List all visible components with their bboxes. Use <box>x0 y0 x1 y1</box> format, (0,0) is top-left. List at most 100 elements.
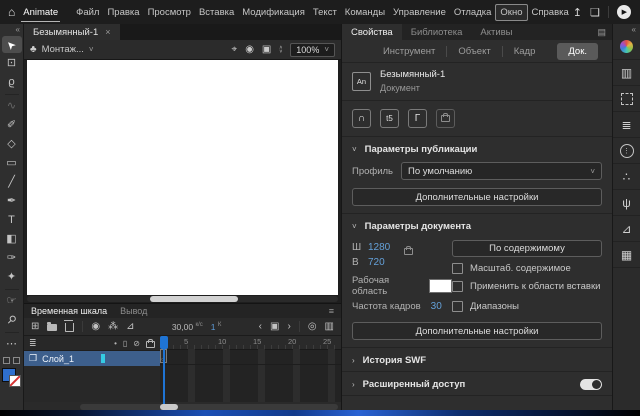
info-panel-icon[interactable]: ⋮ <box>613 138 640 164</box>
center-stage-icon[interactable]: ⌖ <box>232 44 238 55</box>
subtab-doc[interactable]: Док. <box>557 43 598 60</box>
apply-to-paste-checkbox[interactable] <box>452 281 463 292</box>
collapse-toolbar-icon[interactable]: « <box>16 25 20 35</box>
menu-file[interactable]: Файл <box>72 5 103 20</box>
eraser-tool[interactable]: ◇ <box>2 136 22 153</box>
insert-frame-icon[interactable]: ▣ <box>270 321 279 332</box>
snap-to-guides-button[interactable]: Г <box>408 109 427 128</box>
advanced-access-toggle[interactable] <box>580 379 602 390</box>
advanced-layers-icon[interactable]: ⁂ <box>108 321 118 332</box>
scrollbar-thumb[interactable] <box>150 296 238 302</box>
frame-rate-value[interactable]: 30,00 к/с <box>172 322 203 332</box>
stage-canvas[interactable] <box>27 60 338 295</box>
swap-colors-icon[interactable] <box>13 357 20 364</box>
frame-picker-panel-icon[interactable]: ▦ <box>613 242 640 268</box>
menu-control[interactable]: Управление <box>389 5 450 20</box>
swatches-panel-icon[interactable]: ▥ <box>613 60 640 86</box>
chevron-right-icon[interactable]: › <box>352 380 355 389</box>
framerate-value[interactable]: 30 <box>431 301 442 312</box>
stage-color-swatch[interactable] <box>429 279 452 293</box>
menu-text[interactable]: Текст <box>309 5 341 20</box>
chevron-right-icon[interactable]: › <box>352 356 355 365</box>
panel-menu-icon[interactable]: ≡ <box>329 306 334 316</box>
link-dimensions-icon[interactable] <box>404 247 413 258</box>
fit-to-content-button[interactable]: По содержимому <box>452 240 602 257</box>
zoom-stepper[interactable]: ˄ ˅ <box>279 46 282 54</box>
onion-skin-icon[interactable]: ◎ <box>308 321 317 332</box>
line-tool[interactable]: ╱ <box>2 174 22 191</box>
menu-view[interactable]: Просмотр <box>144 5 195 20</box>
stroke-color-swatch[interactable] <box>9 375 21 387</box>
text-tool[interactable]: T <box>2 212 22 229</box>
ranges-checkbox[interactable] <box>452 301 463 312</box>
menu-debug[interactable]: Отладка <box>450 5 496 20</box>
more-tools-button[interactable]: ⋯ <box>2 336 22 353</box>
menu-window[interactable]: Окно <box>495 4 527 21</box>
transform-panel-icon[interactable] <box>613 86 640 112</box>
menu-modify[interactable]: Модификация <box>238 5 309 20</box>
menu-insert[interactable]: Вставка <box>195 5 238 20</box>
home-icon[interactable]: ⌂ <box>8 5 15 19</box>
previous-frame-icon[interactable]: ‹ <box>259 321 262 332</box>
brush-library-panel-icon[interactable]: ∴ <box>613 164 640 190</box>
next-frame-icon[interactable]: › <box>287 321 290 332</box>
lock-guides-button[interactable] <box>436 109 455 128</box>
profile-select[interactable]: По умолчанию ˅ <box>401 162 602 180</box>
layer-frames-row[interactable]: ○ <box>160 349 341 365</box>
motion-editor-panel-icon[interactable]: ⊿ <box>613 216 640 242</box>
share-icon[interactable]: ↥ <box>573 6 582 19</box>
swf-history-section-header[interactable]: › История SWF <box>342 348 612 371</box>
layer-name[interactable]: Слой_1 <box>42 354 74 364</box>
collapse-dock-icon[interactable]: « <box>632 25 636 34</box>
panel-menu-icon[interactable]: ▤ <box>597 27 606 38</box>
frame-ruler[interactable]: 5 10 15 20 25 <box>160 336 341 350</box>
scene-name[interactable]: Монтаж... <box>42 44 84 55</box>
frames-area[interactable]: 5 10 15 20 25 ○ <box>160 336 341 402</box>
free-transform-tool[interactable]: ⊡ <box>2 55 22 72</box>
brush-tool[interactable]: ✐ <box>2 117 22 134</box>
layer-row[interactable]: ❐ Слой_1 <box>24 351 160 366</box>
menu-help[interactable]: Справка <box>528 5 573 20</box>
hide-layers-icon[interactable]: ⊘ <box>133 339 140 348</box>
hand-tool[interactable]: ☞ <box>2 293 22 310</box>
color-panel-icon[interactable] <box>613 34 640 60</box>
show-all-icon[interactable]: • <box>114 339 117 348</box>
new-layer-icon[interactable]: ⊞ <box>31 321 39 332</box>
fluid-brush-tool[interactable]: ∿ <box>2 98 22 115</box>
chevron-down-icon[interactable]: ˅ <box>89 45 94 54</box>
workspace-icon[interactable]: ❏ <box>590 6 600 19</box>
layers-stack-icon[interactable]: ≣ <box>29 338 37 349</box>
paint-bucket-tool[interactable]: ◧ <box>2 231 22 248</box>
subtab-tool[interactable]: Инструмент <box>372 46 446 57</box>
camera-icon[interactable]: ◉ <box>245 44 254 55</box>
rectangle-tool[interactable]: ▭ <box>2 155 22 172</box>
tab-library[interactable]: Библиотека <box>402 24 472 40</box>
menu-commands[interactable]: Команды <box>341 5 389 20</box>
eyedropper-tool[interactable]: ✑ <box>2 250 22 267</box>
chevron-down-icon[interactable]: ˅ <box>279 50 282 54</box>
menu-edit[interactable]: Правка <box>103 5 143 20</box>
outline-view-icon[interactable]: ▯ <box>123 339 127 348</box>
asset-sculpt-panel-icon[interactable]: ψ <box>613 190 640 216</box>
lock-layers-icon[interactable] <box>146 341 155 348</box>
lasso-tool[interactable]: ϱ <box>2 74 22 91</box>
tab-assets[interactable]: Активы <box>471 24 521 40</box>
clip-content-icon[interactable]: ▣ <box>262 44 271 55</box>
onion-skin-outline-icon[interactable]: ▥ <box>325 321 334 332</box>
publish-section-header[interactable]: ˅ Параметры публикации <box>342 137 612 160</box>
delete-layer-icon[interactable] <box>65 323 74 332</box>
chevron-down-icon[interactable]: ˅ <box>352 222 357 231</box>
subtab-object[interactable]: Объект <box>447 46 501 57</box>
add-camera-icon[interactable]: ◉ <box>91 321 100 332</box>
tab-timeline[interactable]: Временная шкала <box>31 306 107 316</box>
cursor-icon[interactable]: ➤ <box>4 37 18 51</box>
stage-horizontal-scrollbar[interactable] <box>27 296 338 302</box>
publish-advanced-settings-button[interactable]: Дополнительные настройки <box>352 188 602 206</box>
tab-output[interactable]: Вывод <box>120 306 147 316</box>
close-tab-icon[interactable]: × <box>105 27 110 37</box>
test-movie-button[interactable]: ▶ <box>617 5 631 19</box>
graph-editor-icon[interactable]: ⊿ <box>126 321 134 332</box>
docparams-section-header[interactable]: ˅ Параметры документа <box>342 214 612 237</box>
height-value[interactable]: 720 <box>368 257 385 268</box>
chevron-down-icon[interactable]: ˅ <box>352 145 357 154</box>
